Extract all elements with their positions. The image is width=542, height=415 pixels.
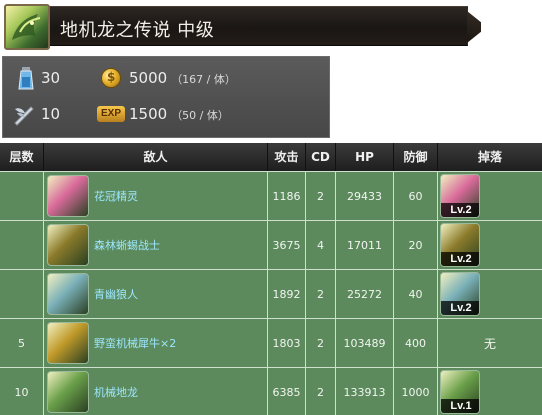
cell-defense: 40 <box>394 270 438 318</box>
stamina-potion-icon <box>13 65 39 91</box>
cell-drop: Lv.1 <box>438 368 542 415</box>
cell-attack: 3675 <box>268 221 306 269</box>
drop-level-label: Lv.2 <box>441 252 479 266</box>
drop-none-text: 无 <box>483 336 496 351</box>
cell-cd: 2 <box>306 319 336 367</box>
cell-defense: 1000 <box>394 368 438 415</box>
exp-per-stamina: （50 / 体） <box>171 109 229 122</box>
gold-value: 5000 （167 / 体） <box>129 69 236 87</box>
table-row[interactable]: 青幽狼人 1892 2 25272 40 Lv.2 <box>0 269 542 318</box>
cell-cd: 4 <box>306 221 336 269</box>
reward-stats-panel: 30 5000（167 / 体） 10 EXP 1500（50 / 体） <box>2 56 330 138</box>
enemy-name[interactable]: 花冠精灵 <box>94 188 138 204</box>
cell-floor <box>0 270 44 318</box>
cell-defense: 400 <box>394 319 438 367</box>
cell-hp: 29433 <box>336 172 394 220</box>
cell-defense: 20 <box>394 221 438 269</box>
cell-name: 青幽狼人 <box>44 270 268 318</box>
col-header-enemy: 敌人 <box>44 143 268 171</box>
drop-level-label: Lv.2 <box>441 203 479 217</box>
col-header-cd: CD <box>306 143 336 171</box>
cell-attack: 1803 <box>268 319 306 367</box>
cell-drop: 无 <box>438 319 542 367</box>
col-header-floor: 层数 <box>0 143 44 171</box>
drop-item-icon[interactable]: Lv.2 <box>440 272 480 316</box>
cell-hp: 17011 <box>336 221 394 269</box>
green-dragon-icon <box>4 4 50 50</box>
enemy-portrait[interactable] <box>47 273 89 315</box>
table-header: 层数 敌人 攻击 CD HP 防御 掉落 <box>0 143 542 171</box>
cell-hp: 133913 <box>336 368 394 415</box>
exp-badge-icon: EXP <box>97 106 125 122</box>
enemy-portrait[interactable] <box>47 322 89 364</box>
enemy-name[interactable]: 机械地龙 <box>94 384 138 400</box>
drop-level-label: Lv.1 <box>441 399 479 413</box>
page-title: 地机龙之传说 中级 <box>60 20 215 41</box>
gold-amount: 5000 <box>129 69 168 87</box>
col-header-hp: HP <box>336 143 394 171</box>
cell-name: 花冠精灵 <box>44 172 268 220</box>
col-header-drop: 掉落 <box>477 150 502 164</box>
cell-floor: 5 <box>0 319 44 367</box>
cell-name: 机械地龙 <box>44 368 268 415</box>
cell-defense: 60 <box>394 172 438 220</box>
table-row[interactable]: 10 机械地龙 6385 2 133913 1000 Lv.1 <box>0 367 542 415</box>
cell-attack: 6385 <box>268 368 306 415</box>
cell-cd: 2 <box>306 270 336 318</box>
enemy-name[interactable]: 野蛮机械犀牛×2 <box>94 335 176 351</box>
cell-floor: 10 <box>0 368 44 415</box>
enemy-portrait[interactable] <box>47 175 89 217</box>
exp-amount: 1500 <box>129 105 168 123</box>
gold-coin-icon <box>101 68 121 88</box>
cell-cd: 2 <box>306 368 336 415</box>
cell-floor <box>0 172 44 220</box>
cell-attack: 1186 <box>268 172 306 220</box>
keys-value: 10 <box>41 105 61 123</box>
enemy-portrait[interactable] <box>47 371 89 413</box>
cell-attack: 1892 <box>268 270 306 318</box>
cell-hp: 25272 <box>336 270 394 318</box>
exp-value: 1500 （50 / 体） <box>129 105 229 123</box>
col-header-defense: 防御 <box>394 143 438 171</box>
drop-item-icon[interactable]: Lv.2 <box>440 174 480 218</box>
gold-per-stamina: （167 / 体） <box>171 73 236 86</box>
stat-row-bottom: 10 EXP 1500 （50 / 体） <box>3 97 329 131</box>
table-row[interactable]: 森林蜥蜴战士 3675 4 17011 20 Lv.2 <box>0 220 542 269</box>
enemy-table: 层数 敌人 攻击 CD HP 防御 掉落 花冠精灵 1186 2 29433 60 Lv.… <box>0 143 542 415</box>
enemy-portrait[interactable] <box>47 224 89 266</box>
cell-cd: 2 <box>306 172 336 220</box>
stamina-value: 30 <box>41 69 61 87</box>
table-row[interactable]: 5 野蛮机械犀牛×2 1803 2 103489 400 无 <box>0 318 542 367</box>
drop-item-icon[interactable]: Lv.2 <box>440 223 480 267</box>
cell-name: 森林蜥蜴战士 <box>44 221 268 269</box>
cell-hp: 103489 <box>336 319 394 367</box>
title-bar: 地机龙之传说 中级 <box>44 6 468 46</box>
header: 地机龙之传说 中级 <box>0 0 542 56</box>
enemy-name[interactable]: 森林蜥蜴战士 <box>94 237 160 253</box>
cell-name: 野蛮机械犀牛×2 <box>44 319 268 367</box>
drop-item-icon[interactable]: Lv.1 <box>440 370 480 414</box>
enemy-name[interactable]: 青幽狼人 <box>94 286 138 302</box>
col-header-attack: 攻击 <box>268 143 306 171</box>
drop-level-label: Lv.2 <box>441 301 479 315</box>
table-row[interactable]: 花冠精灵 1186 2 29433 60 Lv.2 <box>0 171 542 220</box>
winged-sword-icon <box>11 101 37 127</box>
cell-drop: Lv.2 <box>438 270 542 318</box>
stat-row-top: 30 5000（167 / 体） <box>3 61 329 95</box>
cell-drop: Lv.2 <box>438 172 542 220</box>
cell-floor <box>0 221 44 269</box>
cell-drop: Lv.2 <box>438 221 542 269</box>
